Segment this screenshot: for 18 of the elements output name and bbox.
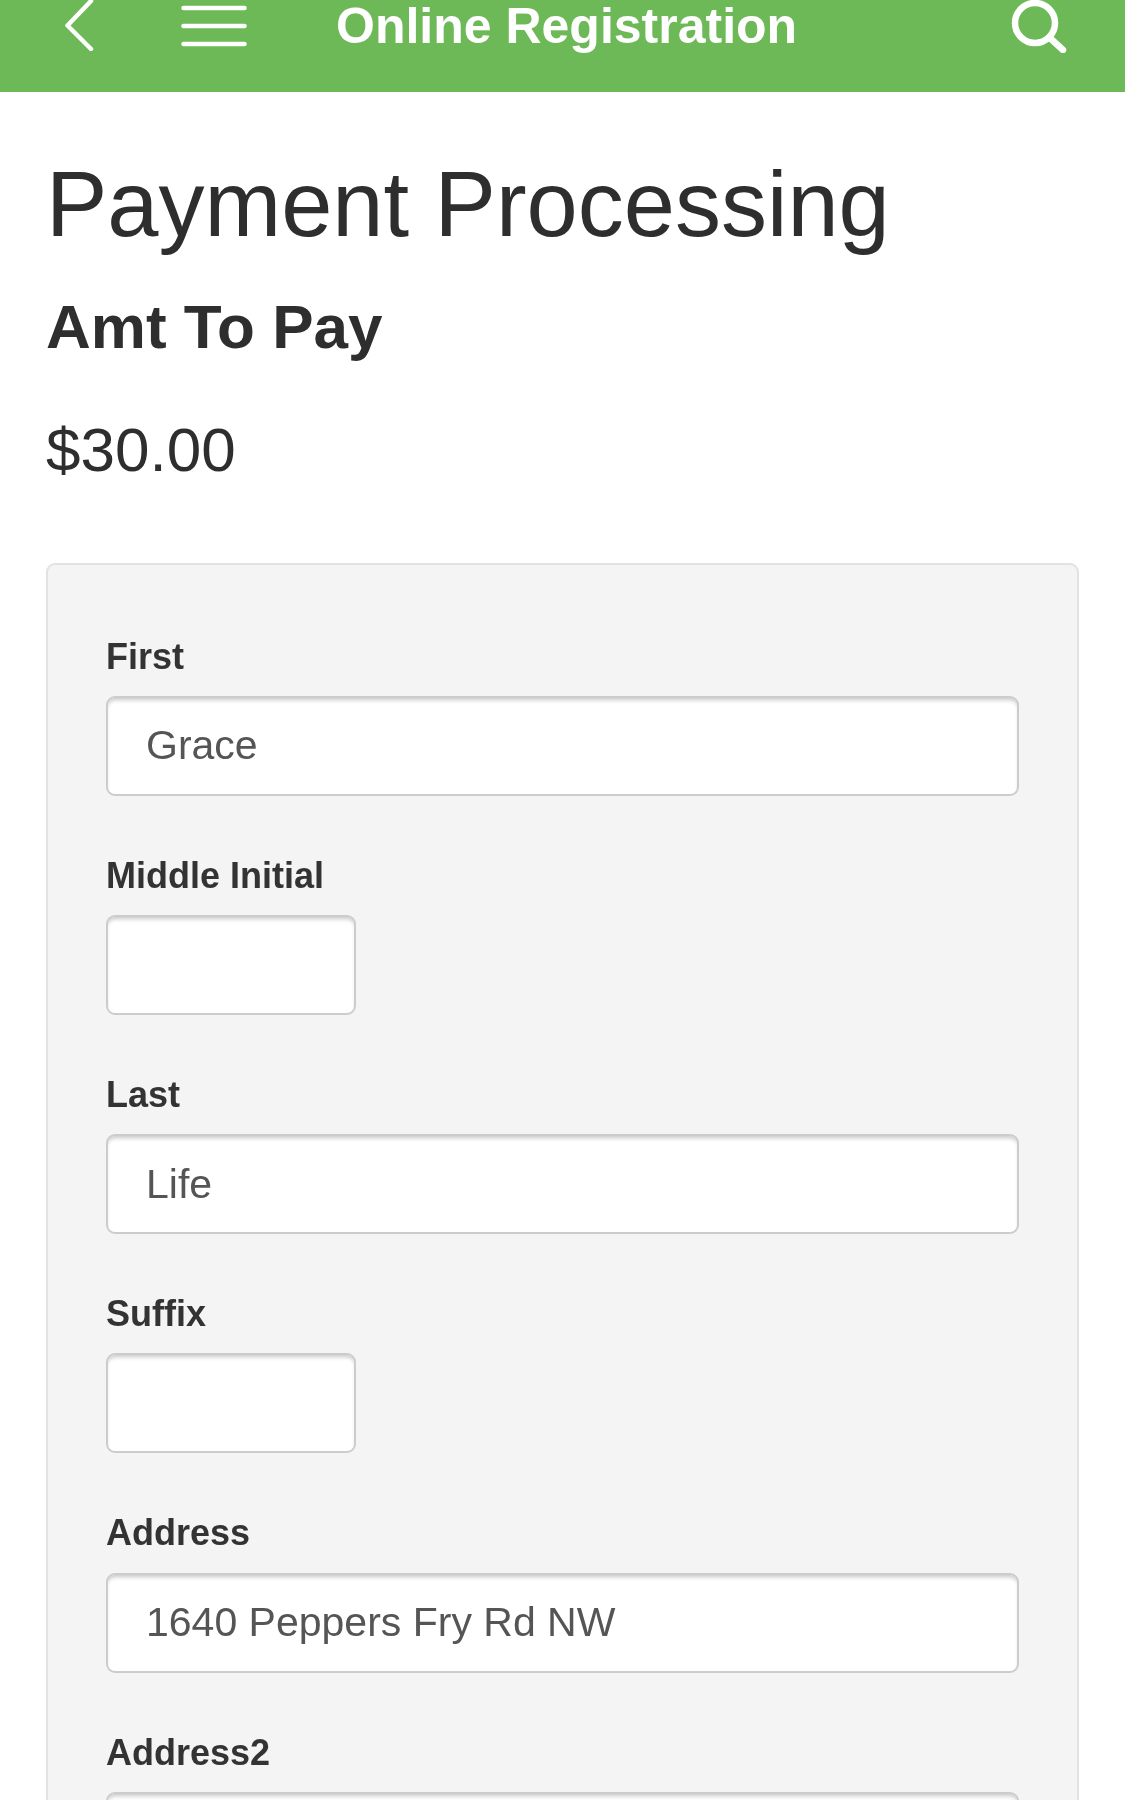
amount-label: Amt To Pay	[46, 293, 384, 362]
text-field[interactable]	[106, 914, 356, 1015]
text-field[interactable]: Life	[106, 1134, 1019, 1235]
text-field[interactable]: Grace	[106, 695, 1019, 796]
field-label: Suffix	[106, 1292, 207, 1336]
field-label: First	[106, 634, 185, 678]
page-title: Online Registration	[336, 1, 798, 51]
field-label: Middle Initial	[106, 853, 325, 897]
heading: Payment Processing	[46, 154, 891, 256]
field-label: Last	[106, 1072, 182, 1117]
field-label: Address	[106, 1511, 252, 1555]
text-field[interactable]: 1640 Peppers Fry Rd NW	[106, 1572, 1019, 1673]
amount-value: $30.00	[46, 416, 237, 485]
back-icon[interactable]	[64, 0, 94, 51]
search-icon[interactable]	[1010, 0, 1068, 53]
text-field[interactable]	[106, 1353, 356, 1454]
field-label: Address2	[106, 1730, 272, 1774]
menu-icon[interactable]	[181, 5, 247, 47]
